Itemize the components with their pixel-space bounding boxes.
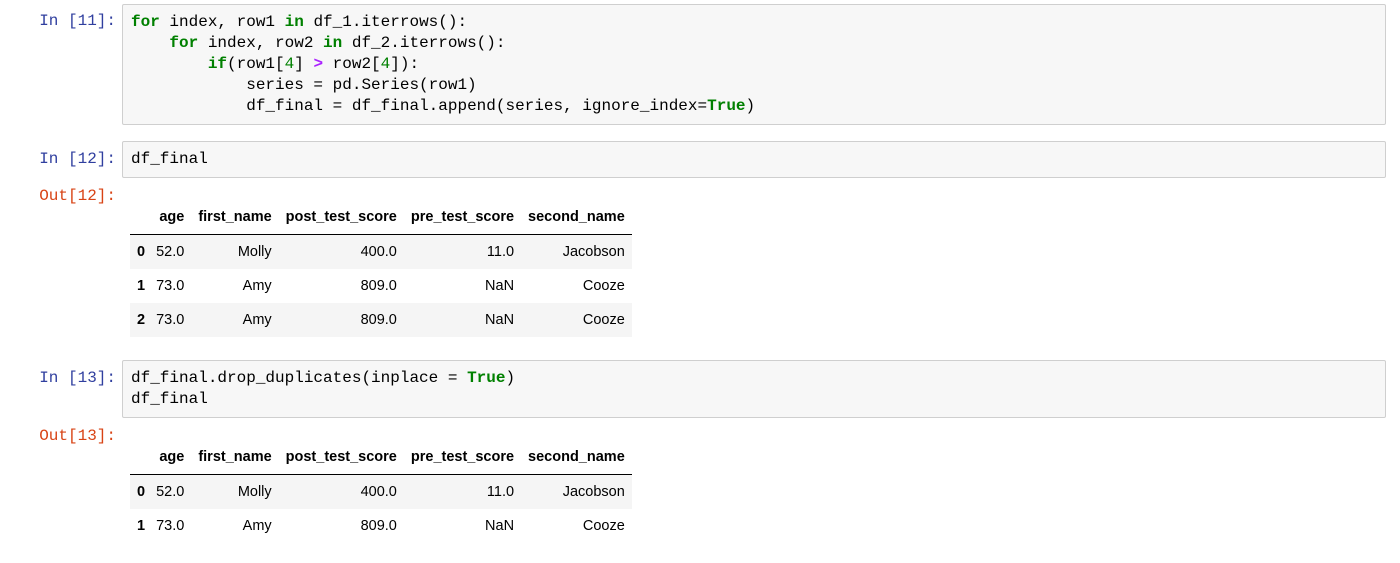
input-prompt: In [12]:	[39, 150, 116, 168]
table-row: 2 73.0 Amy 809.0 NaN Cooze	[130, 303, 632, 337]
table-cell: Jacobson	[562, 244, 625, 260]
column-header: age	[149, 440, 192, 475]
table-cell: Jacobson	[562, 484, 625, 500]
table-cell: NaN	[485, 278, 515, 294]
code-token: df_final	[131, 150, 208, 168]
table-cell: 11.0	[486, 484, 515, 500]
table-cell: 73.0	[156, 278, 185, 294]
dataframe-table: age first_name post_test_score pre_test_sco…	[130, 440, 632, 543]
code-token: )	[745, 97, 756, 115]
table-row: 1 73.0 Amy 809.0 NaN Cooze	[130, 509, 632, 543]
code-token: =	[332, 97, 343, 115]
code-cell-input[interactable]: for index, row1 in df_1.iterrows(): for …	[122, 4, 1386, 125]
table-cell: 809.0	[360, 278, 397, 294]
code-token: index, row2	[198, 34, 324, 52]
code-token: True	[467, 369, 506, 387]
code-token: index, row1	[159, 13, 285, 31]
code-token: ]	[294, 55, 314, 73]
code-token: in	[323, 34, 343, 52]
row-index: 1	[137, 518, 146, 534]
code-token: 4	[284, 55, 295, 73]
code-token: (row1[	[227, 55, 285, 73]
table-row: 1 73.0 Amy 809.0 NaN Cooze	[130, 269, 632, 303]
column-header	[130, 200, 150, 235]
dataframe-table: age first_name post_test_score pre_test_sco…	[130, 200, 632, 337]
code-token: in	[284, 13, 304, 31]
row-index: 0	[137, 484, 146, 500]
table-cell: 809.0	[360, 518, 397, 534]
input-prompt: In [11]:	[39, 12, 116, 30]
table-cell: Amy	[242, 278, 272, 294]
code-token: )	[505, 369, 516, 387]
code-token: df_final	[131, 97, 333, 115]
code-editor: for index, row1 in df_1.iterrows(): for …	[131, 12, 1377, 117]
code-cell-input[interactable]: df_final.drop_duplicates(inplace = True)…	[122, 360, 1386, 418]
column-header	[130, 440, 150, 475]
code-cell-input[interactable]: df_final	[122, 141, 1386, 178]
column-header: second_name	[521, 440, 632, 475]
row-index: 0	[137, 244, 146, 260]
column-header: post_test_score	[278, 440, 404, 475]
code-token: df_2.iterrows():	[342, 34, 506, 52]
table-cell: NaN	[485, 518, 515, 534]
code-token: df_1.iterrows():	[303, 13, 468, 31]
code-token: for	[131, 13, 160, 31]
table-row: 0 52.0 Molly 400.0 11.0 Jacobson	[130, 474, 632, 509]
row-index: 2	[137, 312, 146, 328]
table-cell: Molly	[237, 484, 272, 500]
code-token: ]):	[390, 55, 420, 73]
table-cell: Cooze	[582, 518, 625, 534]
column-header: first_name	[191, 200, 279, 235]
table-cell: 73.0	[156, 518, 185, 534]
column-header: post_test_score	[278, 200, 404, 235]
table-row: 0 52.0 Molly 400.0 11.0 Jacobson	[130, 234, 632, 269]
column-header: first_name	[191, 440, 279, 475]
output-prompt: Out[13]:	[39, 427, 116, 445]
table-cell: 400.0	[360, 484, 397, 500]
table-cell: Amy	[242, 312, 272, 328]
table-cell: Amy	[242, 518, 272, 534]
output-prompt: Out[12]:	[39, 187, 116, 205]
column-header: second_name	[521, 200, 632, 235]
table-cell: NaN	[485, 312, 515, 328]
code-token: if	[207, 55, 228, 73]
table-cell: 73.0	[156, 312, 185, 328]
table-cell: 11.0	[486, 244, 515, 260]
column-header: pre_test_score	[403, 440, 522, 475]
code-token: df_final.append(series, ignore_index=	[342, 97, 708, 115]
table-cell: 809.0	[360, 312, 397, 328]
table-cell: 400.0	[360, 244, 397, 260]
code-token: for	[169, 34, 199, 52]
row-index: 1	[137, 278, 146, 294]
code-editor: df_final	[131, 149, 1377, 170]
code-token: 4	[380, 55, 391, 73]
code-token: True	[707, 97, 746, 115]
table-cell: 52.0	[156, 484, 185, 500]
table-cell: Cooze	[582, 278, 625, 294]
column-header: pre_test_score	[403, 200, 522, 235]
code-token: row2[	[323, 55, 381, 73]
table-cell: 52.0	[156, 244, 185, 260]
code-token: series = pd.Series(row1)	[131, 76, 477, 94]
table-cell: Cooze	[582, 312, 625, 328]
code-token: df_final	[131, 390, 208, 408]
code-editor: df_final.drop_duplicates(inplace = True)…	[131, 368, 1377, 410]
column-header: age	[149, 200, 192, 235]
table-cell: Molly	[237, 244, 272, 260]
code-token: >	[313, 55, 324, 73]
code-token: df_final.drop_duplicates(inplace	[131, 369, 448, 387]
input-prompt: In [13]:	[39, 369, 116, 387]
